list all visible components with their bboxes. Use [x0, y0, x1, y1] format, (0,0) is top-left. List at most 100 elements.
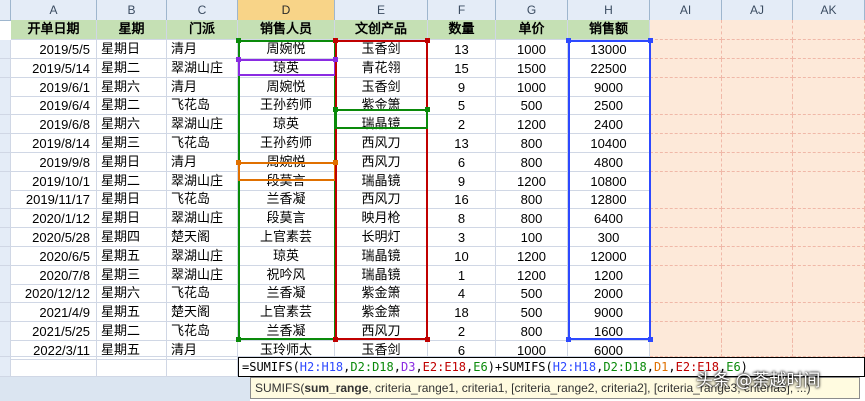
header-seller[interactable]: 销售人员: [238, 20, 335, 40]
cell-aj[interactable]: [722, 284, 793, 303]
cell-qty[interactable]: 9: [428, 172, 496, 191]
cell-seller[interactable]: 兰香凝: [238, 190, 335, 209]
header-date[interactable]: 开单日期: [11, 20, 97, 40]
row-header[interactable]: [0, 153, 11, 172]
cell-aj[interactable]: [722, 209, 793, 228]
cell-price[interactable]: 800: [496, 190, 568, 209]
column-header-h[interactable]: H: [568, 0, 650, 20]
cell-school[interactable]: 清月: [167, 153, 238, 172]
cell-weekday[interactable]: 星期六: [97, 78, 167, 97]
cell-sales[interactable]: 22500: [568, 59, 650, 78]
cell-school[interactable]: 翠湖山庄: [167, 172, 238, 191]
column-header-b[interactable]: B: [97, 0, 167, 20]
cell-ak[interactable]: [793, 247, 865, 266]
cell-seller[interactable]: 琼英: [238, 59, 335, 78]
empty-cell[interactable]: [11, 340, 97, 357]
cell-aj[interactable]: [722, 59, 793, 78]
row-header[interactable]: [0, 59, 11, 78]
cell-ai[interactable]: [650, 284, 722, 303]
cell-weekday[interactable]: 星期六: [97, 115, 167, 134]
empty-cell[interactable]: [335, 340, 428, 357]
cell-school[interactable]: 飞花岛: [167, 190, 238, 209]
cell-seller[interactable]: 上官素芸: [238, 228, 335, 247]
header-weekday[interactable]: 星期: [97, 20, 167, 40]
cell-date[interactable]: 2019/5/5: [11, 40, 97, 59]
cell-ak[interactable]: [793, 340, 865, 357]
empty-cell[interactable]: [238, 340, 335, 357]
column-header-ak[interactable]: AK: [793, 0, 865, 20]
cell-product[interactable]: 紫金箫: [335, 303, 428, 322]
cell-qty[interactable]: 9: [428, 78, 496, 97]
cell-sales[interactable]: 4800: [568, 153, 650, 172]
row-header[interactable]: [0, 96, 11, 115]
header-product[interactable]: 文创产品: [335, 20, 428, 40]
cell-product[interactable]: 西风刀: [335, 134, 428, 153]
cell-aj[interactable]: [722, 247, 793, 266]
cell-ak[interactable]: [793, 172, 865, 191]
cell-seller[interactable]: 周婉悦: [238, 78, 335, 97]
cell-date[interactable]: 2021/5/25: [11, 322, 97, 341]
row-header[interactable]: [0, 228, 11, 247]
cell-ak[interactable]: [793, 190, 865, 209]
cell-price[interactable]: 1200: [496, 172, 568, 191]
cell-qty[interactable]: 13: [428, 40, 496, 59]
cell-qty[interactable]: 8: [428, 209, 496, 228]
cell-aj[interactable]: [722, 190, 793, 209]
cell-school[interactable]: 飞花岛: [167, 284, 238, 303]
cell-date[interactable]: 2019/11/17: [11, 190, 97, 209]
cell-qty[interactable]: 4: [428, 284, 496, 303]
cell-seller[interactable]: 琼英: [238, 115, 335, 134]
cell-seller[interactable]: 祝吟风: [238, 266, 335, 285]
row-header[interactable]: [0, 303, 11, 322]
cell-aj[interactable]: [722, 172, 793, 191]
cell-product[interactable]: 映月枪: [335, 209, 428, 228]
cell-ak1[interactable]: [793, 20, 865, 40]
cell-ak[interactable]: [793, 115, 865, 134]
cell-price[interactable]: 1200: [496, 266, 568, 285]
cell-date[interactable]: 2020/5/28: [11, 228, 97, 247]
cell-ak[interactable]: [793, 78, 865, 97]
column-header-aj[interactable]: AJ: [722, 0, 793, 20]
cell-sales[interactable]: 12800: [568, 190, 650, 209]
cell-sales[interactable]: 1600: [568, 322, 650, 341]
cell-aj[interactable]: [722, 96, 793, 115]
cell-school[interactable]: 飞花岛: [167, 96, 238, 115]
cell-school[interactable]: 翠湖山庄: [167, 247, 238, 266]
header-qty[interactable]: 数量: [428, 20, 496, 40]
cell-product[interactable]: 瑞晶镜: [335, 115, 428, 134]
cell-price[interactable]: 1500: [496, 59, 568, 78]
range-handle[interactable]: [333, 107, 338, 112]
cell-ai[interactable]: [650, 96, 722, 115]
range-handle[interactable]: [333, 57, 338, 62]
cell-price[interactable]: 1000: [496, 78, 568, 97]
row-header[interactable]: [0, 247, 11, 266]
cell-school[interactable]: 飞花岛: [167, 134, 238, 153]
cell-weekday[interactable]: 星期三: [97, 134, 167, 153]
cell-product[interactable]: 瑞晶镜: [335, 172, 428, 191]
cell-price[interactable]: 500: [496, 303, 568, 322]
cell-ak[interactable]: [793, 303, 865, 322]
cell-weekday[interactable]: 星期三: [97, 266, 167, 285]
cell-ai[interactable]: [650, 322, 722, 341]
empty-cell[interactable]: [568, 340, 650, 357]
cell-school[interactable]: 飞花岛: [167, 322, 238, 341]
range-handle[interactable]: [236, 57, 241, 62]
column-header-e[interactable]: E: [335, 0, 428, 20]
range-handle[interactable]: [425, 337, 430, 342]
cell-sales[interactable]: 300: [568, 228, 650, 247]
range-handle[interactable]: [236, 337, 241, 342]
empty-cell[interactable]: [97, 340, 167, 357]
row-header[interactable]: [0, 134, 11, 153]
header-school[interactable]: 门派: [167, 20, 238, 40]
cell-sales[interactable]: 6400: [568, 209, 650, 228]
empty-cell[interactable]: [0, 357, 11, 377]
cell-qty[interactable]: 3: [428, 228, 496, 247]
cell-aj[interactable]: [722, 78, 793, 97]
cell-aj[interactable]: [722, 115, 793, 134]
cell-school[interactable]: 翠湖山庄: [167, 209, 238, 228]
cell-school[interactable]: 清月: [167, 40, 238, 59]
cell-aj[interactable]: [722, 340, 793, 357]
cell-weekday[interactable]: 星期二: [97, 96, 167, 115]
cell-weekday[interactable]: 星期二: [97, 172, 167, 191]
cell-sales[interactable]: 2500: [568, 96, 650, 115]
